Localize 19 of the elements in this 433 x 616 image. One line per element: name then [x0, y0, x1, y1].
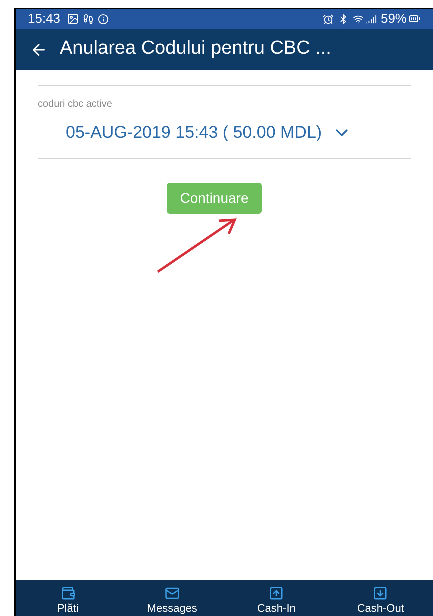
- nav-tab[interactable]: Cash-Out: [328, 586, 433, 615]
- image-icon: [66, 13, 79, 25]
- battery-percent: 59%: [380, 10, 407, 28]
- battery-icon: [409, 13, 421, 25]
- nav-icon: [269, 586, 284, 601]
- info-icon: [98, 14, 109, 24]
- header-title: Anularea Codului pentru CBC ...: [60, 37, 332, 62]
- nav-icon: [164, 586, 180, 601]
- nav-tab[interactable]: Messages: [120, 586, 224, 615]
- nav-icon: [60, 586, 76, 601]
- nav-icon: [373, 586, 388, 601]
- nav-tab[interactable]: Cash-In: [224, 586, 329, 615]
- code-dropdown[interactable]: 05-AUG-2019 15:43 ( 50.00 MDL): [66, 120, 352, 146]
- field-label: coduri cbc active: [38, 98, 114, 112]
- nav-tab[interactable]: Plăti: [16, 586, 120, 615]
- bluetooth-icon: [338, 14, 349, 24]
- status-time: 15:43: [28, 10, 61, 28]
- alarm-icon: [322, 14, 334, 24]
- wifi-icon: [352, 14, 364, 24]
